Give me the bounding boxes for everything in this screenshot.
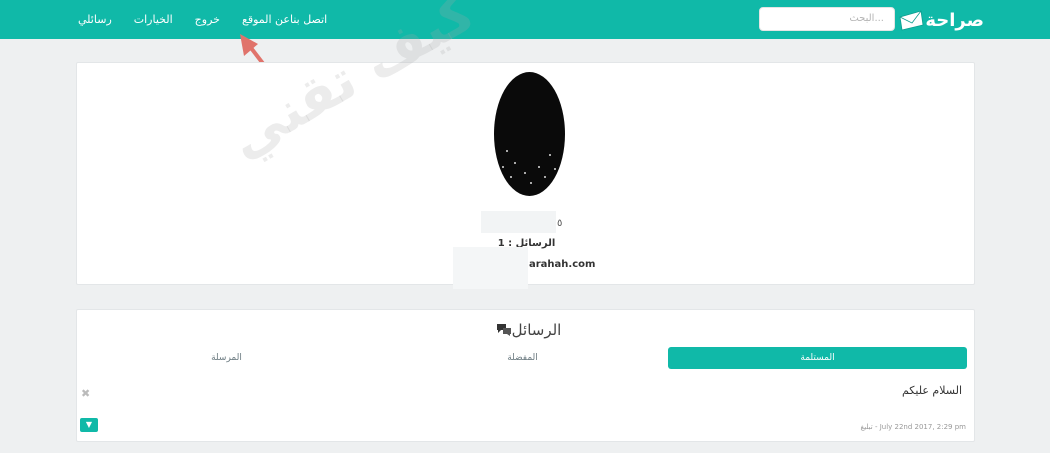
message-date: July 22nd 2017, 2:29 pm - تبليغ <box>860 423 967 431</box>
nav-contact[interactable]: اتصل بنا <box>290 13 327 26</box>
profile-name: ٥ <box>557 218 563 229</box>
blurred-url <box>453 247 528 289</box>
messages-heading: الرسائل <box>77 321 976 339</box>
close-icon[interactable]: ✖ <box>81 387 90 400</box>
profile-avatar[interactable] <box>494 72 565 196</box>
tab-sent[interactable]: المرسلة <box>77 347 376 369</box>
message-text: السلام عليكم <box>901 384 962 397</box>
message-tabs: المستلمة المفضلة المرسلة <box>77 347 976 369</box>
chat-bubbles-icon <box>496 324 511 336</box>
search-input[interactable]: البحث... <box>759 7 895 31</box>
logo-text: صراحة <box>925 9 984 31</box>
profile-url[interactable]: arahah.com <box>529 259 595 270</box>
nav-options[interactable]: الخيارات <box>134 13 173 26</box>
blurred-name <box>481 211 556 233</box>
tab-received[interactable]: المستلمة <box>668 347 967 369</box>
brand-logo[interactable]: صراحة <box>899 7 984 33</box>
nav-logout[interactable]: خروج <box>195 13 220 26</box>
chevron-down-icon[interactable]: ▼ <box>80 418 98 432</box>
nav-my-messages[interactable]: رسائلي <box>78 13 112 26</box>
nav-about[interactable]: عن الموقع <box>242 13 290 26</box>
messages-title: الرسائل <box>511 321 562 339</box>
envelope-icon <box>899 10 924 31</box>
tab-favorites[interactable]: المفضلة <box>373 347 672 369</box>
profile-card: ٥ الرسائل : 1 arahah.com <box>76 62 975 289</box>
top-navbar: صراحة البحث... رسائلي الخيارات خروج عن ا… <box>0 0 1050 39</box>
messages-card: الرسائل المستلمة المفضلة المرسلة ✖ السلا… <box>76 309 975 442</box>
